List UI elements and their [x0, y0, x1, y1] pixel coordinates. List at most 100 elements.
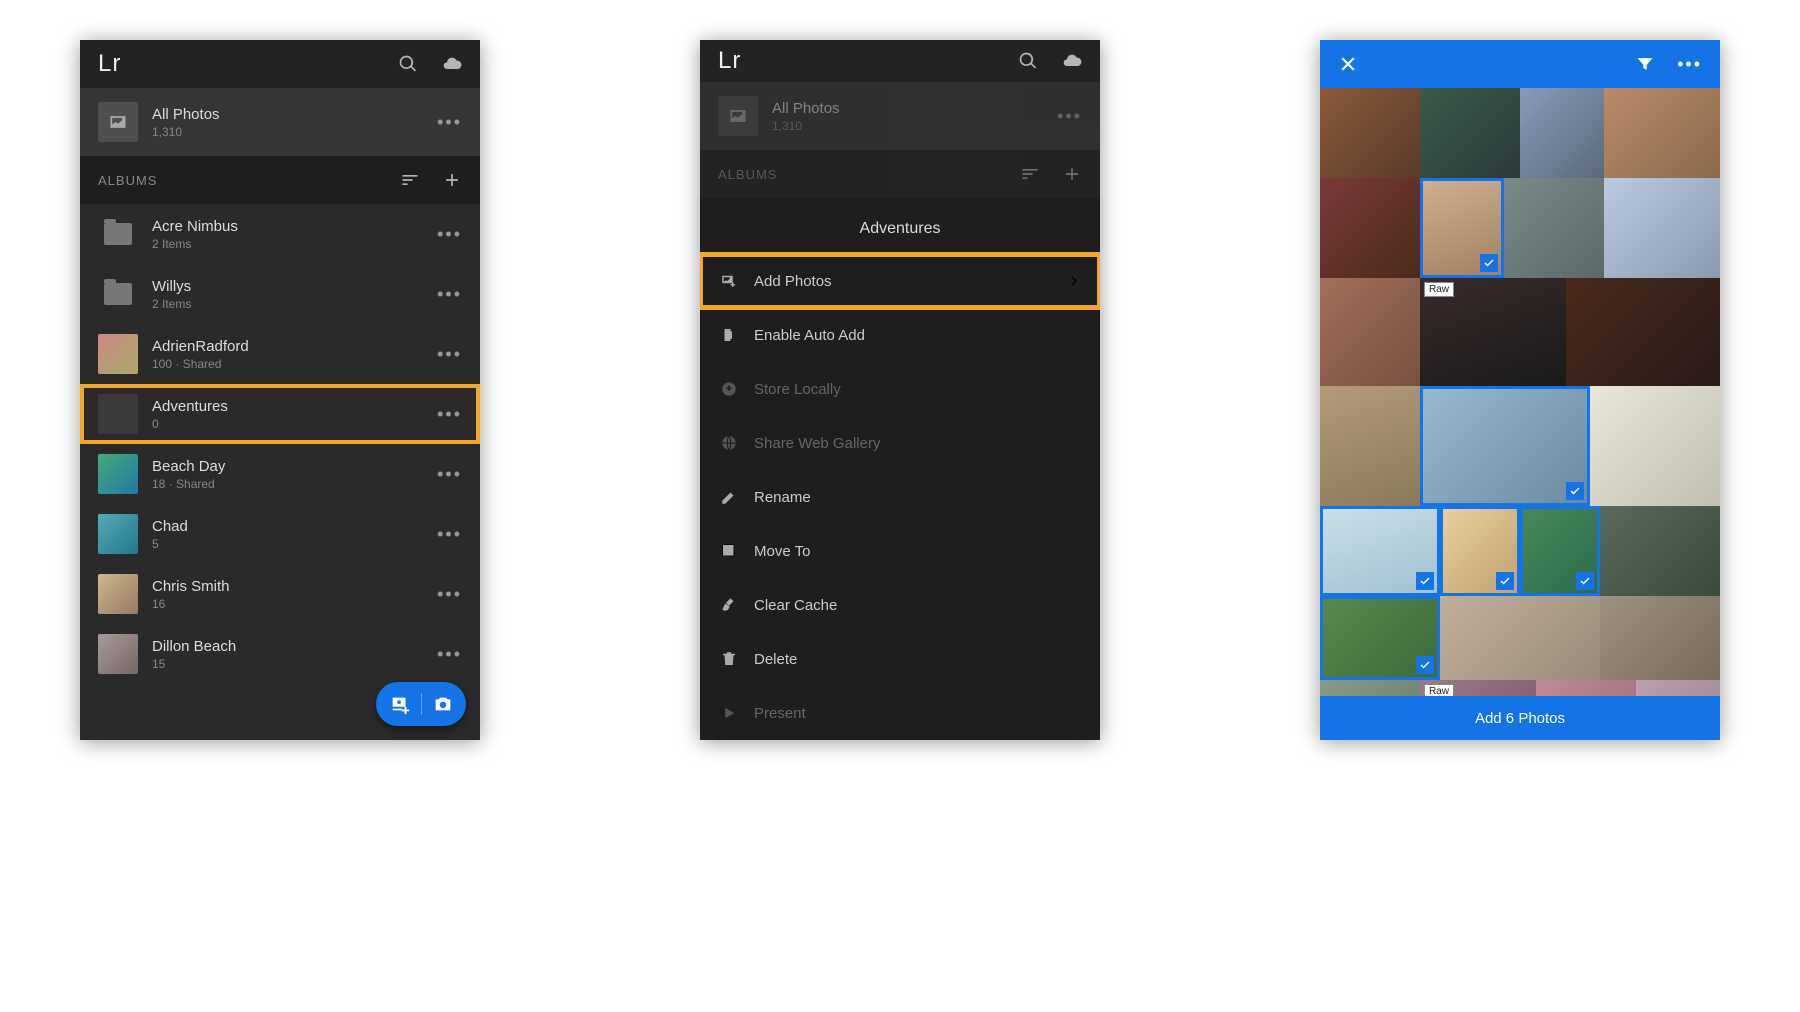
trash-icon [720, 650, 738, 668]
photo-thumb[interactable] [1566, 278, 1720, 386]
chevron-right-icon [1068, 275, 1080, 287]
menu-item[interactable]: Enable Auto Add [700, 308, 1100, 362]
topbar: Lr [80, 40, 480, 88]
broom-icon [720, 596, 738, 614]
folder-icon [98, 214, 138, 254]
album-name: Willys [152, 278, 423, 295]
battery-icon [720, 326, 738, 344]
album-sub: 16 [152, 597, 423, 611]
photo-thumb[interactable] [1320, 596, 1440, 680]
menu-item[interactable]: Add Photos [700, 254, 1100, 308]
add-album-icon[interactable] [442, 170, 462, 190]
more-icon[interactable]: ••• [437, 524, 462, 545]
photo-thumb[interactable] [1636, 680, 1720, 696]
menu-item[interactable]: Rename [700, 470, 1100, 524]
photo-thumb[interactable] [1440, 506, 1520, 596]
photo-thumb[interactable] [1320, 88, 1420, 178]
cloud-icon[interactable] [442, 54, 462, 74]
photo-thumb[interactable] [1520, 88, 1604, 178]
more-icon[interactable]: ••• [437, 644, 462, 665]
phone-screen-1: Lr All Photos 1,310 ••• ALBUMS Acre Nimb… [80, 40, 480, 740]
album-sub: 0 [152, 417, 423, 431]
photo-thumb[interactable] [1604, 88, 1720, 178]
album-sub: 18 · Shared [152, 477, 423, 491]
all-photos-title: All Photos [772, 100, 1043, 117]
photo-thumb[interactable] [1590, 386, 1720, 506]
more-icon[interactable]: ••• [437, 584, 462, 605]
cloud-icon[interactable] [1062, 51, 1082, 71]
all-photos-title: All Photos [152, 106, 423, 123]
photo-thumb[interactable] [1536, 680, 1636, 696]
check-icon [1566, 482, 1584, 500]
all-photos-card[interactable]: All Photos 1,310 ••• [80, 88, 480, 156]
search-icon[interactable] [398, 54, 418, 74]
more-icon[interactable]: ••• [437, 284, 462, 305]
album-thumb [98, 334, 138, 374]
album-row[interactable]: AdrienRadford100 · Shared••• [80, 324, 480, 384]
albums-label: ALBUMS [98, 173, 157, 188]
sort-icon [1020, 164, 1040, 184]
more-icon[interactable]: ••• [437, 464, 462, 485]
album-thumb [98, 514, 138, 554]
menu-item[interactable]: Delete [700, 632, 1100, 686]
photo-thumb[interactable]: Raw [1420, 278, 1566, 386]
photo-thumb[interactable] [1504, 178, 1604, 278]
filter-icon[interactable] [1635, 54, 1655, 74]
all-photos-card: All Photos 1,310 ••• [700, 82, 1100, 150]
album-thumb [98, 634, 138, 674]
photo-thumb[interactable] [1320, 680, 1420, 696]
search-icon[interactable] [1018, 51, 1038, 71]
more-icon[interactable]: ••• [437, 224, 462, 245]
photo-thumb[interactable] [1520, 506, 1600, 596]
menu-item: Store Locally [700, 362, 1100, 416]
album-sub: 2 Items [152, 237, 423, 251]
check-icon [1480, 254, 1498, 272]
menu-item[interactable]: Clear Cache [700, 578, 1100, 632]
album-name: Beach Day [152, 458, 423, 475]
photo-thumb[interactable] [1600, 596, 1720, 680]
more-icon[interactable]: ••• [437, 344, 462, 365]
menu-item[interactable]: Move To [700, 524, 1100, 578]
photo-thumb[interactable] [1320, 178, 1420, 278]
all-photos-count: 1,310 [772, 119, 1043, 133]
globe-icon [720, 434, 738, 452]
menu-item-label: Add Photos [754, 273, 1052, 290]
photo-thumb[interactable] [1420, 88, 1520, 178]
photo-thumb[interactable] [1440, 596, 1600, 680]
photo-thumb[interactable] [1320, 386, 1420, 506]
photo-grid[interactable]: Raw Raw [1320, 88, 1720, 696]
album-row[interactable]: Chris Smith16••• [80, 564, 480, 624]
more-icon[interactable]: ••• [437, 112, 462, 133]
menu-item-label: Rename [754, 489, 1080, 506]
menu-item-label: Present [754, 705, 1080, 722]
album-row[interactable]: Chad5••• [80, 504, 480, 564]
check-icon [1576, 572, 1594, 590]
photo-thumb[interactable] [1420, 386, 1590, 506]
add-photos-bar[interactable]: Add 6 Photos [1320, 696, 1720, 740]
menu-item-label: Move To [754, 543, 1080, 560]
check-icon [1496, 572, 1514, 590]
photo-thumb[interactable]: Raw [1420, 680, 1536, 696]
album-row[interactable]: Dillon Beach15••• [80, 624, 480, 684]
album-thumb [98, 574, 138, 614]
folder-icon [98, 274, 138, 314]
photo-thumb[interactable] [1604, 178, 1720, 278]
album-thumb [98, 394, 138, 434]
fab-button[interactable] [376, 682, 466, 726]
album-row[interactable]: Willys2 Items••• [80, 264, 480, 324]
album-row[interactable]: Adventures0••• [80, 384, 480, 444]
album-row[interactable]: Beach Day 18 · Shared ••• [80, 444, 480, 504]
more-icon[interactable]: ••• [437, 404, 462, 425]
add-photo-icon [389, 693, 411, 715]
photo-thumb[interactable] [1600, 506, 1720, 596]
more-icon[interactable]: ••• [1677, 54, 1702, 75]
menu-item-label: Delete [754, 651, 1080, 668]
photo-thumb[interactable] [1320, 506, 1440, 596]
albums-list: Acre Nimbus2 Items•••Willys2 Items•••Adr… [80, 204, 480, 740]
raw-badge: Raw [1424, 684, 1454, 696]
close-icon[interactable] [1338, 54, 1358, 74]
album-row[interactable]: Acre Nimbus2 Items••• [80, 204, 480, 264]
sort-icon[interactable] [400, 170, 420, 190]
photo-thumb[interactable] [1320, 278, 1420, 386]
photo-thumb[interactable] [1420, 178, 1504, 278]
